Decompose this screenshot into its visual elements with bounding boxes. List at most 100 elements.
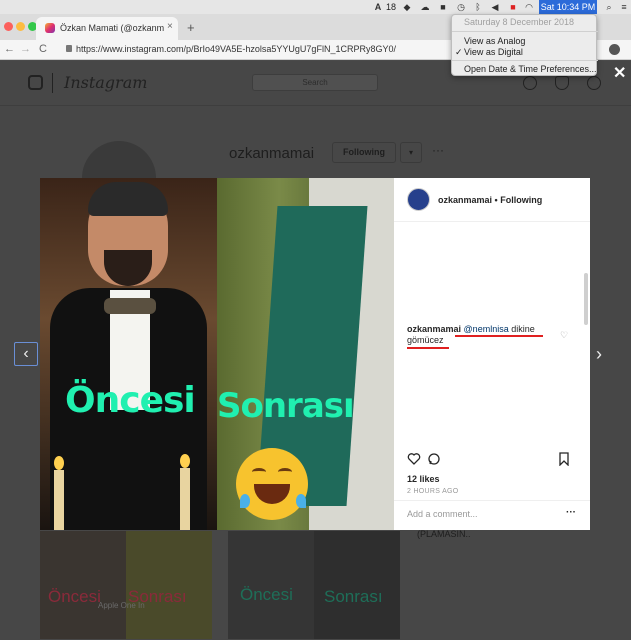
cloud-icon[interactable]: ☁ — [420, 2, 430, 12]
profile-icon[interactable] — [609, 44, 620, 55]
menu-separator — [452, 60, 598, 61]
save-icon[interactable] — [557, 452, 571, 466]
header-separator: • — [494, 195, 498, 205]
instagram-wordmark[interactable]: Instagram — [64, 73, 147, 92]
menubar-count: 18 — [386, 2, 397, 12]
grid-post-half — [314, 531, 400, 639]
emoji-eye — [278, 468, 292, 476]
header-divider — [52, 73, 53, 93]
post-image-before: Öncesi — [40, 178, 217, 530]
adobe-icon[interactable]: A — [373, 2, 383, 12]
emoji-eye — [252, 468, 266, 476]
date-time-menu: Saturday 8 December 2018 View as Analog … — [451, 14, 598, 76]
volume-icon[interactable]: ◀ — [490, 2, 500, 12]
overlay-text-before: Öncesi — [65, 380, 196, 421]
portrait-bowtie — [104, 298, 156, 314]
previous-post-button[interactable]: ‹ — [14, 342, 38, 366]
post-author-username[interactable]: ozkanmamai — [438, 195, 492, 205]
comment-text: dikine — [508, 324, 535, 334]
candle — [180, 468, 190, 530]
instagram-logo-icon[interactable] — [28, 75, 43, 90]
grid-text-before: Öncesi — [48, 587, 101, 606]
menu-item-preferences[interactable]: Open Date & Time Preferences... — [464, 64, 597, 74]
emoji-tear — [296, 494, 306, 508]
truck-icon[interactable]: ■ — [438, 2, 448, 12]
bluetooth-icon[interactable]: ᛒ — [473, 2, 483, 12]
tab-close-icon[interactable]: × — [167, 21, 173, 32]
suggested-caret-button[interactable]: ▾ — [400, 142, 422, 163]
post-options-button[interactable]: ··· — [566, 507, 576, 518]
comment-mention[interactable]: @nemlnisa — [464, 324, 509, 334]
divider — [394, 500, 590, 501]
grid-note: Apple One In — [98, 601, 145, 610]
menu-item-digital[interactable]: View as Digital — [464, 47, 523, 57]
grid-text-after: Sonrası — [324, 587, 383, 606]
more-options-button[interactable]: ··· — [432, 143, 444, 157]
search-input[interactable]: Search — [252, 74, 378, 91]
menubar: A 18 ◆ ☁ ■ ◷ ᛒ ◀ ■ ◠ Sat 10:34 PM ⌕ ≡ — [0, 0, 631, 14]
grid-post[interactable]: Öncesi Sonrası — [228, 531, 400, 639]
background-side-text: (PLAMASIN.. — [417, 529, 471, 539]
post-side-panel: ozkanmamai • Following ozkanmamai @nemln… — [394, 178, 590, 530]
comment-icon[interactable] — [427, 452, 441, 466]
post-image[interactable]: Öncesi Sonrası — [40, 178, 394, 530]
following-status[interactable]: Following — [500, 195, 542, 205]
laughing-emoji-icon — [236, 448, 308, 520]
likes-count[interactable]: 12 likes — [407, 474, 440, 484]
overlay-text-after: Sonrası — [217, 386, 355, 426]
close-modal-icon[interactable]: ✕ — [613, 63, 626, 83]
like-icon[interactable] — [407, 452, 421, 466]
url-field[interactable]: https://www.instagram.com/p/BrIo49VA5E-h… — [76, 43, 466, 56]
tab-title: Özkan Mamati (@ozkanmamai — [60, 23, 164, 33]
emoji-mouth — [254, 484, 290, 504]
profile-username[interactable]: ozkanmamai — [229, 145, 314, 162]
spotlight-icon[interactable]: ⌕ — [604, 2, 614, 12]
comment-username[interactable]: ozkanmamai — [407, 324, 461, 334]
post-header-text: ozkanmamai • Following — [438, 195, 542, 206]
menubar-clock[interactable]: Sat 10:34 PM — [539, 0, 597, 14]
dropbox-icon[interactable]: ◆ — [402, 2, 412, 12]
grid-text-before: Öncesi — [240, 585, 293, 604]
next-post-button[interactable]: › — [596, 344, 602, 365]
minimize-window-button[interactable] — [16, 22, 25, 31]
comment-text-line2: gömücez — [407, 335, 444, 345]
candle — [54, 470, 64, 530]
wifi-icon[interactable]: ◠ — [524, 2, 534, 12]
lock-icon — [66, 45, 72, 52]
heart-icon[interactable] — [555, 76, 569, 90]
add-comment-input[interactable]: Add a comment... — [407, 509, 557, 519]
screen: A 18 ◆ ☁ ■ ◷ ᛒ ◀ ■ ◠ Sat 10:34 PM ⌕ ≡ Sa… — [0, 0, 631, 640]
back-button[interactable]: ← — [4, 43, 15, 55]
checkmark-icon: ✓ — [455, 47, 463, 57]
post-time: 2 HOURS AGO — [407, 488, 459, 495]
menu-item-analog[interactable]: View as Analog — [464, 36, 525, 46]
reload-button[interactable]: C — [39, 43, 47, 55]
notification-center-icon[interactable]: ≡ — [619, 2, 629, 12]
explore-icon[interactable] — [523, 76, 537, 90]
candle-flame — [180, 454, 190, 468]
menu-date: Saturday 8 December 2018 — [464, 17, 575, 27]
emoji-tear — [240, 494, 250, 508]
new-tab-button[interactable]: + — [187, 20, 195, 35]
grid-post-half — [40, 531, 126, 639]
comments-scrollbar[interactable] — [584, 273, 588, 325]
post-modal: Öncesi Sonrası ozkanmamai • Following oz… — [40, 178, 590, 530]
candle-flame — [54, 456, 64, 470]
post-author-avatar[interactable] — [407, 188, 430, 211]
grid-post[interactable]: Öncesi Sonrası Apple One In — [40, 531, 212, 639]
menu-separator — [452, 31, 598, 32]
grid-post-half — [126, 531, 212, 639]
annotation-underline — [407, 347, 449, 349]
close-window-button[interactable] — [4, 22, 13, 31]
forward-button[interactable]: → — [20, 43, 31, 55]
portrait-hair — [88, 182, 168, 216]
tab-instagram[interactable]: Özkan Mamati (@ozkanmamai × — [36, 17, 178, 40]
time-machine-icon[interactable]: ◷ — [456, 2, 466, 12]
post-header: ozkanmamai • Following — [394, 178, 590, 222]
instagram-favicon-icon — [45, 23, 55, 33]
profile-nav-icon[interactable] — [587, 76, 601, 90]
annotation-underline — [455, 335, 543, 337]
following-button[interactable]: Following — [332, 142, 396, 163]
comment-like-icon[interactable]: ♡ — [560, 330, 568, 341]
flag-icon[interactable]: ■ — [508, 2, 518, 12]
